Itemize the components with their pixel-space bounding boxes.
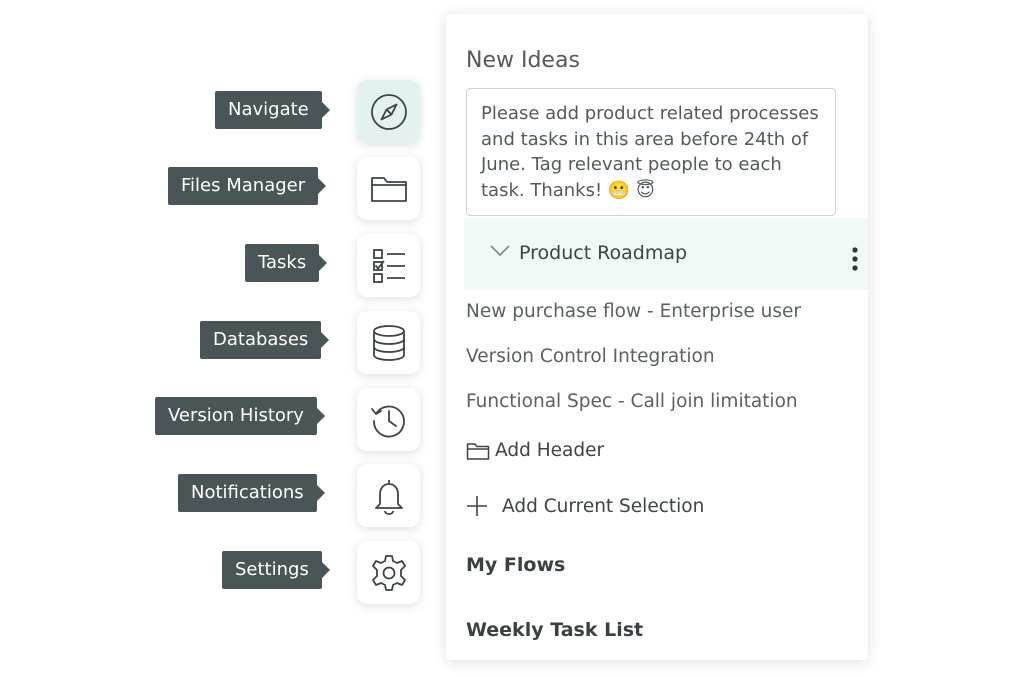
tooltip-tasks: Tasks [245,244,328,282]
tooltip-files-manager: Files Manager [168,167,327,205]
folder-icon [466,442,490,460]
compass-icon [370,93,407,130]
database-icon [372,324,405,361]
tasks-button[interactable] [357,234,420,297]
bell-icon [374,479,403,515]
tooltip-databases: Databases [200,321,330,359]
version-history-button[interactable] [357,388,420,451]
add-header-label: Add Header [495,440,605,461]
tooltip-settings: Settings [222,551,330,589]
ideas-panel: New Ideas Please add product related pro… [446,14,868,660]
chevron-down-icon[interactable] [490,244,510,258]
weekly-task-list-item[interactable]: Weekly Task List [466,619,643,641]
settings-button[interactable] [357,541,420,604]
more-options-icon[interactable] [852,247,858,271]
add-header-button[interactable]: Add Header [466,440,604,461]
gear-icon [371,554,406,591]
navigate-button[interactable] [357,80,420,143]
tooltip-version-history: Version History [155,397,325,435]
databases-button[interactable] [357,311,420,374]
list-item[interactable]: Functional Spec - Call join limitation [466,391,798,412]
section-title: Product Roadmap [519,242,688,264]
list-item[interactable]: Version Control Integration [466,346,715,367]
checklist-icon [372,248,405,283]
history-icon [370,405,405,437]
folder-icon [370,176,407,202]
notifications-button[interactable] [357,464,420,527]
panel-title: New Ideas [466,48,580,73]
my-flows-item[interactable]: My Flows [466,554,565,576]
section-product-roadmap[interactable]: Product Roadmap [464,218,868,290]
plus-icon [467,496,487,516]
add-current-selection-label: Add Current Selection [502,495,705,517]
tooltip-navigate: Navigate [215,91,330,129]
list-item[interactable]: New purchase flow - Enterprise user [466,301,801,322]
note-textarea[interactable]: Please add product related processes and… [466,88,836,216]
add-current-selection-button[interactable]: Add Current Selection [466,495,704,517]
tooltip-notifications: Notifications [178,474,325,512]
files-manager-button[interactable] [357,157,420,220]
